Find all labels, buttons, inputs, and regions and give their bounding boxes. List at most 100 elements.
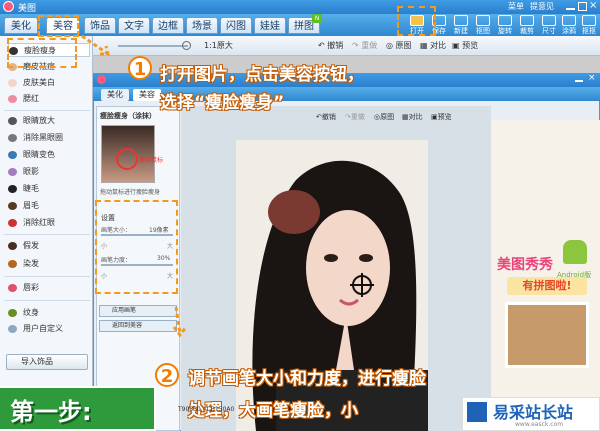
sidebar-item-whiten[interactable]: 皮肤美白 — [8, 76, 90, 90]
inner-redo-button[interactable]: ↷重做 — [345, 112, 365, 122]
inner-compare-button[interactable]: ▦对比 — [402, 112, 423, 122]
highlight-open-button — [397, 6, 436, 36]
step-label: 第一步: — [0, 386, 156, 431]
target-icon — [116, 148, 138, 170]
minimize-icon[interactable] — [566, 2, 575, 10]
back-to-beauty-button[interactable]: 返回到美容 — [99, 320, 177, 332]
feedback-link[interactable]: 提意见 — [530, 1, 554, 12]
sidebar-item-custom[interactable]: 用户自定义 — [8, 322, 90, 336]
app-logo-icon — [3, 1, 14, 12]
blush-icon — [8, 94, 17, 103]
ad-slogan: 有拼图啦! — [507, 277, 587, 295]
new-button[interactable]: 新建 — [450, 14, 472, 36]
compare-button[interactable]: ▦ 对比 — [420, 40, 446, 51]
app-title: 美图 — [18, 4, 37, 14]
sidebar-item-tattoo[interactable]: 纹身 — [8, 306, 90, 320]
new-file-icon — [454, 15, 468, 26]
maximize-icon[interactable] — [578, 2, 587, 11]
wig-icon — [8, 241, 17, 250]
ad-banner[interactable]: 美图秀秀 Android版 有拼图啦! — [491, 120, 600, 431]
preview-button[interactable]: ▣ 预览 — [452, 40, 478, 51]
ad-collage-image — [505, 302, 589, 368]
sidebar-item-hair-dye[interactable]: 染发 — [8, 257, 90, 271]
sidebar-item-eyeshadow[interactable]: 眼影 — [8, 165, 90, 179]
step2-number: 2 — [155, 363, 179, 387]
arrow-icon — [81, 34, 110, 56]
camera-button[interactable]: 抠抠 — [578, 14, 600, 36]
crop-button[interactable]: 裁剪 — [516, 14, 538, 36]
resize-button[interactable]: 尺寸 — [538, 14, 560, 36]
sidebar-item-blush[interactable]: 腮红 — [8, 92, 90, 106]
resize-icon — [542, 15, 556, 26]
sidebar-item-dark-circles[interactable]: 消除黑眼圈 — [8, 131, 90, 145]
zoom-slider[interactable] — [118, 45, 188, 47]
scissors-icon — [476, 15, 490, 26]
highlight-slim-face — [7, 38, 77, 68]
inner-undo-button[interactable]: ↶撤销 — [316, 112, 336, 122]
sidebar-item-eyelash[interactable]: 睫毛 — [8, 182, 90, 196]
eyelash-icon — [8, 184, 17, 193]
lip-icon — [8, 283, 17, 292]
menu-link[interactable]: 菜单 — [508, 1, 524, 12]
zoom-icon[interactable] — [182, 41, 191, 50]
camera-icon — [582, 15, 596, 26]
eye-color-icon — [8, 150, 17, 159]
tab-scene[interactable]: 场景 — [186, 17, 218, 34]
sidebar-item-eyebrow[interactable]: 眉毛 — [8, 199, 90, 213]
import-accessory-button[interactable]: 导入饰品 — [6, 354, 88, 370]
doodle-button[interactable]: 涂鸦 — [558, 14, 580, 36]
close-icon[interactable]: × — [589, 0, 597, 11]
eyeshadow-icon — [8, 167, 17, 176]
tab-beautify[interactable]: 美化 — [4, 17, 38, 34]
divider — [4, 234, 90, 235]
step1-line2: 选择“瘦脸瘦身” — [160, 93, 285, 113]
ad-brand: 美图秀秀 — [497, 257, 553, 273]
hair-dye-icon — [8, 259, 17, 268]
tab-flash[interactable]: 闪图 — [220, 17, 252, 34]
user-icon — [8, 324, 17, 333]
android-robot-icon — [563, 240, 587, 264]
status-text: T90830 / CB150A0 — [178, 406, 235, 413]
sidebar-item-wig[interactable]: 假发 — [8, 239, 90, 253]
inner-tab-beauty[interactable]: 美容 — [133, 89, 161, 101]
zoom-level[interactable]: 1:1原大 — [204, 40, 233, 51]
tab-doll[interactable]: 娃娃 — [254, 17, 286, 34]
new-badge: N — [312, 14, 322, 23]
undo-button[interactable]: ↶ 撤销 — [318, 40, 343, 51]
app-logo-icon — [97, 75, 106, 84]
redo-button[interactable]: ↷ 重做 — [352, 40, 377, 51]
brush-icon — [562, 15, 576, 26]
sidebar-item-red-eye[interactable]: 消除红眼 — [8, 216, 90, 230]
inner-preview-button[interactable]: ▣预览 — [431, 112, 452, 122]
sidebar-item-eye-color[interactable]: 眼睛变色 — [8, 148, 90, 162]
original-button[interactable]: ◎ 原图 — [386, 40, 412, 51]
inner-original-button[interactable]: ◎原图 — [374, 112, 394, 122]
divider — [4, 276, 90, 277]
highlight-settings — [95, 200, 178, 294]
rotate-button[interactable]: 旋转 — [494, 14, 516, 36]
cutout-button[interactable]: 抠图 — [472, 14, 494, 36]
eye-icon — [8, 133, 17, 142]
sidebar-item-enlarge-eyes[interactable]: 眼睛放大 — [8, 114, 90, 128]
step1-line1: 打开图片，点击美容按钮， — [160, 65, 364, 85]
sidebar-item-lip-color[interactable]: 唇彩 — [8, 281, 90, 295]
panel-hint: 拖动鼠标进行瘦脸瘦身 — [100, 189, 161, 196]
minimize-icon[interactable] — [575, 75, 583, 82]
beauty-sidebar: 瘦脸瘦身 磨皮祛痘 皮肤美白 腮红 眼睛放大 消除黑眼圈 眼睛变色 眼影 睫毛 … — [0, 36, 93, 431]
rotate-icon — [498, 15, 512, 26]
apply-brush-button[interactable]: 应用画笔 — [99, 305, 177, 317]
tutorial-image — [101, 125, 155, 183]
red-eye-icon — [8, 218, 17, 227]
tab-text[interactable]: 文字 — [118, 17, 150, 34]
arrow-icon — [172, 306, 188, 338]
step2-line1: 调节画笔大小和力度，进行瘦脸 — [188, 369, 426, 389]
inner-tab-beautify[interactable]: 美化 — [101, 89, 129, 101]
close-icon[interactable]: × — [588, 73, 596, 83]
crop-icon — [520, 15, 534, 26]
tattoo-icon — [8, 308, 17, 317]
tab-frame[interactable]: 边框 — [152, 17, 184, 34]
eyebrow-icon — [8, 201, 17, 210]
watermark-url: www.easck.com — [515, 421, 564, 428]
panel-title: 瘦脸瘦身（涂抹） — [100, 112, 156, 120]
whiten-icon — [8, 78, 17, 87]
